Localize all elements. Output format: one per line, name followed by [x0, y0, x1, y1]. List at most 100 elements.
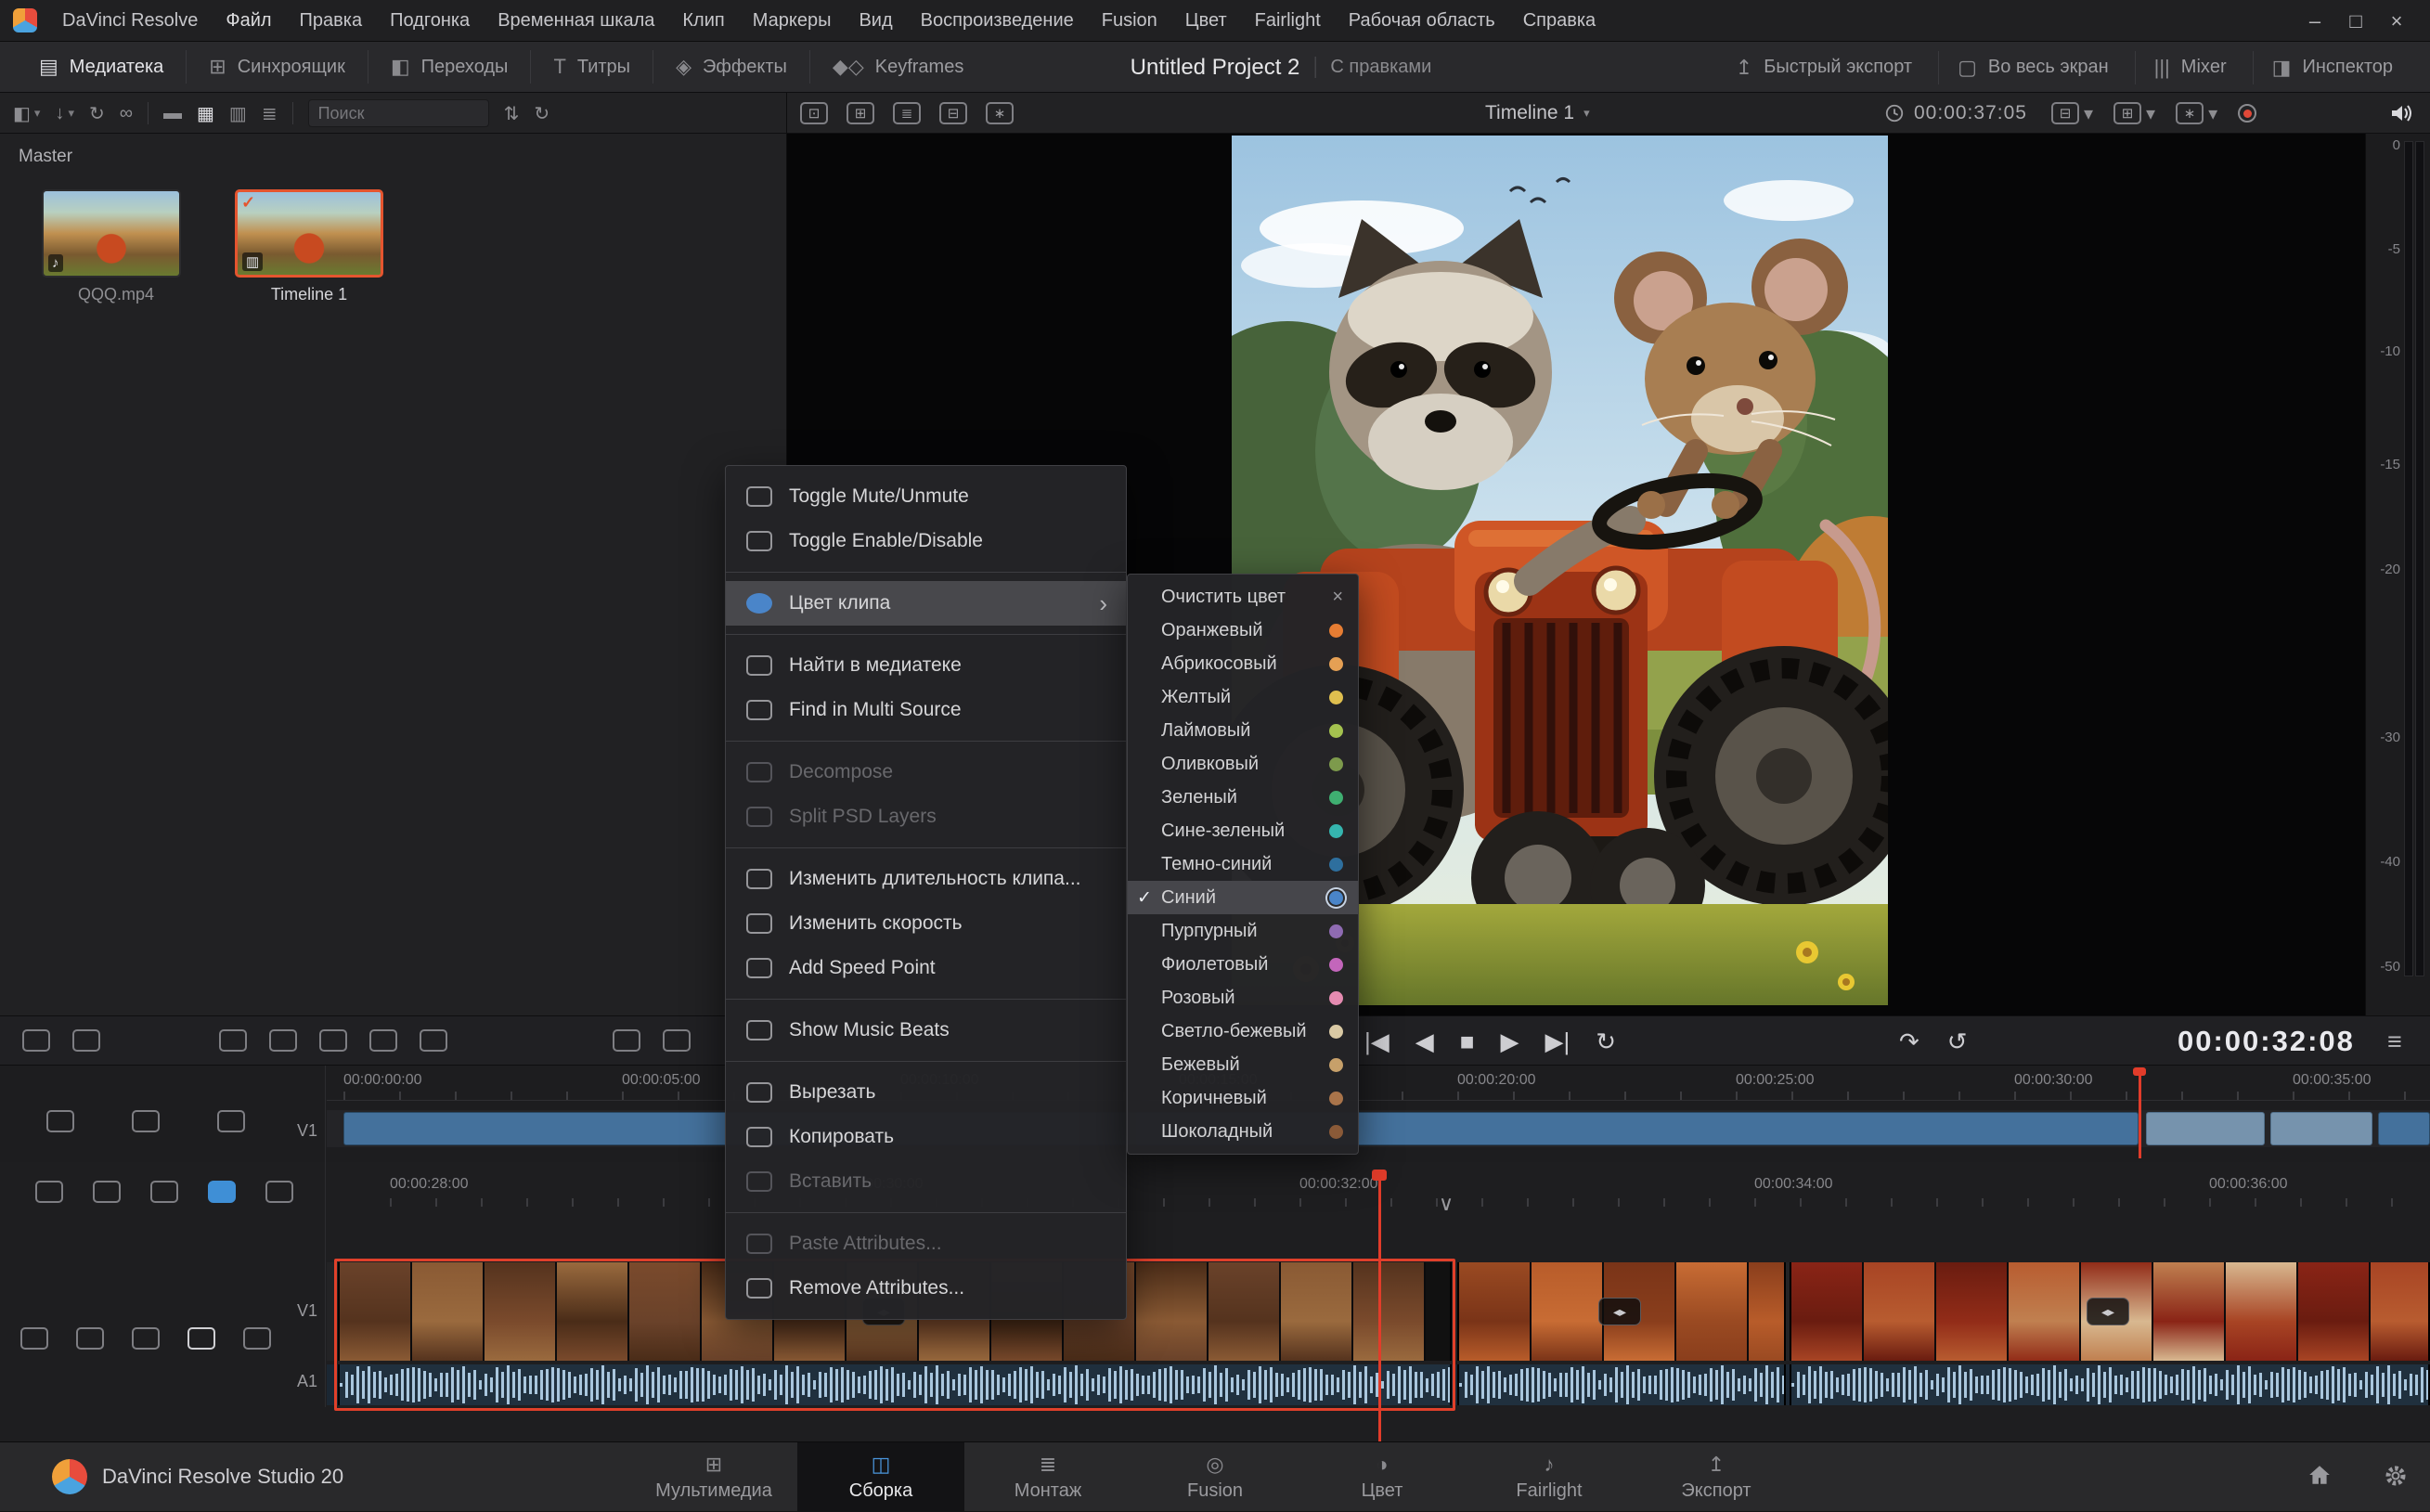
detail-zoom-icon[interactable]	[132, 1110, 160, 1132]
context-menu-item[interactable]: Remove Attributes...	[726, 1266, 1126, 1311]
viewer-crop-icon[interactable]: ⊞	[847, 102, 874, 124]
context-menu-item[interactable]	[726, 999, 1126, 1000]
marker-flag-icon[interactable]	[265, 1181, 293, 1203]
context-menu-item[interactable]	[726, 1212, 1126, 1213]
chevron-down-icon[interactable]: ∨	[1439, 1192, 1454, 1216]
clip-color-option[interactable]: Розовый	[1128, 981, 1358, 1014]
audio-clip-waveform[interactable]	[338, 1364, 1452, 1405]
menubar-item[interactable]: Справка	[1509, 0, 1609, 42]
context-menu-item[interactable]: Decompose	[726, 750, 1126, 795]
split-clip-icon[interactable]	[22, 1029, 50, 1052]
audio-clip-waveform[interactable]	[1790, 1364, 2430, 1405]
detail-playhead[interactable]	[1378, 1170, 1381, 1441]
search-input[interactable]	[308, 99, 489, 127]
recording-indicator-icon[interactable]	[2238, 104, 2256, 123]
go-to-start-button[interactable]: |◀	[1364, 1029, 1389, 1053]
page-tab[interactable]: ◎ Fusion	[1131, 1442, 1299, 1512]
delete-gap-icon[interactable]	[72, 1029, 100, 1052]
solo-track-icon[interactable]	[132, 1327, 160, 1350]
header-action-button[interactable]: ▢ Во весь экран	[1938, 51, 2127, 84]
clip-color-option[interactable]: Коричневый	[1128, 1081, 1358, 1115]
menubar-item[interactable]: Подгонка	[376, 0, 484, 42]
list-view-icon[interactable]: ≣	[262, 102, 278, 125]
viewer-tools-icon[interactable]: ≣	[893, 102, 921, 124]
trim-handle-icon[interactable]: ◂▸	[1598, 1298, 1641, 1325]
menubar-item[interactable]: Временная шкала	[484, 0, 668, 42]
trim-mode-icon[interactable]	[93, 1181, 121, 1203]
timeline-clip-segment[interactable]	[2378, 1112, 2430, 1145]
home-icon[interactable]	[2307, 1464, 2332, 1493]
context-menu-item[interactable]: Add Speed Point	[726, 946, 1126, 990]
trim-handle-icon[interactable]: ◂▸	[2087, 1298, 2129, 1325]
overview-playhead[interactable]	[2139, 1067, 2141, 1158]
clip-color-option[interactable]: Желтый	[1128, 680, 1358, 714]
menubar-app-menu[interactable]: DaVinci Resolve	[48, 0, 212, 42]
clip-color-option[interactable]: Бежевый	[1128, 1048, 1358, 1081]
loop-button[interactable]: ↻	[1596, 1029, 1616, 1053]
menubar-item[interactable]: Маркеры	[739, 0, 846, 42]
header-action-button[interactable]: ◨ Инспектор	[2253, 51, 2411, 84]
rewind-icon[interactable]: ↺	[1947, 1029, 1968, 1053]
timeline-clip-segment[interactable]	[2146, 1112, 2265, 1145]
mute-track-icon[interactable]	[187, 1327, 215, 1350]
snapping-icon[interactable]	[208, 1181, 236, 1203]
context-menu-item[interactable]: Копировать	[726, 1115, 1126, 1159]
stop-button[interactable]: ■	[1460, 1029, 1475, 1053]
import-media-icon[interactable]: ↓▾	[55, 103, 74, 124]
clip-color-option[interactable]: Темно-синий	[1128, 847, 1358, 881]
media-clip[interactable]: ▥ ✓ Timeline 1	[235, 189, 383, 304]
context-menu-item[interactable]	[726, 572, 1126, 573]
play-button[interactable]: ▶	[1500, 1029, 1519, 1053]
panel-button[interactable]: ▤ Медиатека	[17, 50, 186, 84]
media-clip[interactable]: ♪ QQQ.mp4	[42, 189, 190, 304]
context-menu-item[interactable]: Show Music Beats	[726, 1008, 1126, 1053]
context-menu-item[interactable]	[726, 847, 1126, 848]
play-around-icon[interactable]: ↷	[1899, 1029, 1919, 1053]
full-extent-icon[interactable]	[46, 1110, 74, 1132]
menubar-item[interactable]: Клип	[668, 0, 738, 42]
context-menu-item[interactable]: Toggle Enable/Disable	[726, 519, 1126, 563]
clip-color-option[interactable]: Оливковый	[1128, 747, 1358, 781]
menubar-item[interactable]: Правка	[286, 0, 377, 42]
overview-playhead-handle[interactable]	[2133, 1067, 2146, 1076]
razor-icon[interactable]	[150, 1181, 178, 1203]
viewer-zoom-menu[interactable]: ⊟▾	[2051, 102, 2093, 125]
panel-layout-icon[interactable]: ◧▾	[13, 102, 40, 125]
menubar-item[interactable]: Воспроизведение	[907, 0, 1088, 42]
panel-button[interactable]: ◆◇ Keyframes	[809, 50, 986, 84]
context-menu-item[interactable]: Найти в медиатеке	[726, 643, 1126, 688]
place-on-top-icon[interactable]	[420, 1029, 447, 1052]
context-menu-item[interactable]: Find in Multi Source	[726, 688, 1126, 732]
panel-button[interactable]: ⊞ Синхроящик	[186, 50, 368, 84]
clip-color-option[interactable]: Светло-бежевый	[1128, 1014, 1358, 1048]
minimize-button[interactable]: –	[2294, 0, 2335, 42]
detail-playhead-handle[interactable]	[1372, 1170, 1387, 1181]
track-height-icon[interactable]	[20, 1327, 48, 1350]
clip-color-option[interactable]: Сине-зеленый	[1128, 814, 1358, 847]
page-tab[interactable]: ◑ Цвет	[1299, 1442, 1466, 1512]
audio-clip-waveform[interactable]	[1457, 1364, 1786, 1405]
monitor-volume-icon[interactable]	[2389, 103, 2413, 129]
clip-color-option[interactable]: ✓ Синий	[1128, 881, 1358, 914]
gear-icon[interactable]	[2384, 1464, 2408, 1493]
clip-color-option[interactable]: Фиолетовый	[1128, 948, 1358, 981]
subtitle-track-icon[interactable]	[243, 1327, 271, 1350]
context-menu-item[interactable]: Изменить скорость	[726, 901, 1126, 946]
page-tab[interactable]: ⊞ Мультимедиа	[630, 1442, 797, 1512]
timeline-options-icon[interactable]: ≡	[2387, 1027, 2402, 1056]
clip-color-option[interactable]: Оранжевый	[1128, 614, 1358, 647]
timeline-overview-ruler[interactable]: 00:00:00:0000:00:05:0000:00:10:0000:00:1…	[327, 1066, 2430, 1101]
filmstrip-view-icon[interactable]: ▬	[163, 103, 182, 124]
context-menu-item[interactable]: Split PSD Layers	[726, 795, 1126, 839]
context-menu-item[interactable]	[726, 1061, 1126, 1062]
viewer-options-menu[interactable]: ∗▾	[2176, 102, 2217, 125]
menubar-item[interactable]: Fusion	[1088, 0, 1171, 42]
menubar-item[interactable]: Fairlight	[1241, 0, 1335, 42]
refresh-bin-icon[interactable]: ↻	[534, 102, 549, 125]
close-button[interactable]: ×	[2376, 0, 2417, 42]
close-up-icon[interactable]	[369, 1029, 397, 1052]
clip-color-option[interactable]: Лаймовый	[1128, 714, 1358, 747]
effects-tool-icon[interactable]	[35, 1181, 63, 1203]
context-menu-item[interactable]: Изменить длительность клипа...	[726, 857, 1126, 901]
refresh-icon[interactable]: ↻	[89, 102, 105, 125]
